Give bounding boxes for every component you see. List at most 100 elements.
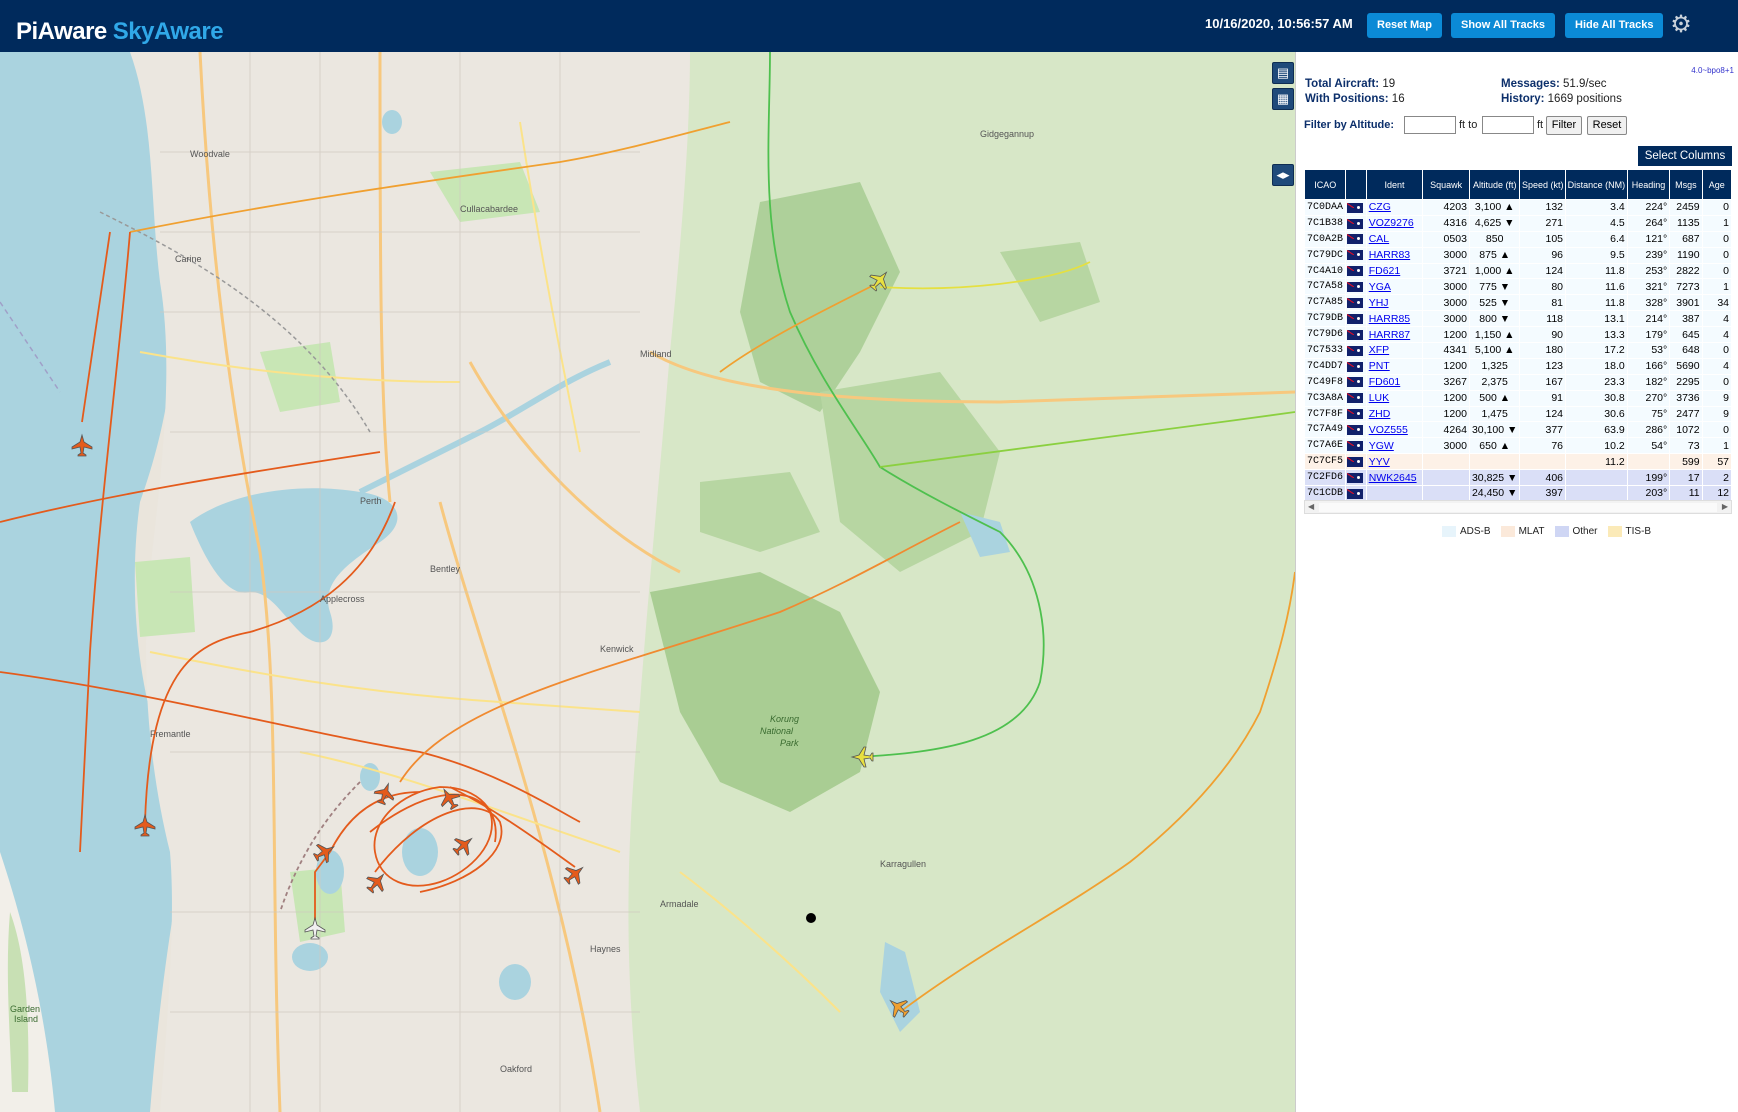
table-row[interactable]: 7C1B38 VOZ9276 4316 4,625 ▼ 271 4.5 264° 1135 1 bbox=[1303, 214, 1733, 232]
table-row[interactable]: 7C79DC HARR83 3000 875 ▲ 96 9.5 239° 1190 0 bbox=[1303, 246, 1733, 264]
australia-flag-icon bbox=[1347, 377, 1364, 388]
header-bar: PiAware SkyAware 10/16/2020, 10:56:57 AM … bbox=[0, 0, 1738, 52]
svg-text:Bentley: Bentley bbox=[430, 564, 461, 574]
icao-cell: 7C0A2B bbox=[1303, 230, 1347, 248]
australia-flag-icon bbox=[1347, 425, 1364, 436]
table-row[interactable]: 7C2FD6 NWK2645 30,825 ▼ 406 199° 17 2 bbox=[1303, 469, 1733, 487]
flag-cell bbox=[1345, 262, 1367, 280]
ident-cell: NWK2645 bbox=[1365, 469, 1424, 487]
toggle-sidebar-icon[interactable]: ◂▸ bbox=[1272, 164, 1294, 186]
ident-link[interactable]: NWK2645 bbox=[1369, 472, 1417, 484]
squawk-cell bbox=[1422, 453, 1470, 471]
legend-swatch bbox=[1607, 526, 1622, 537]
table-row[interactable]: 7C4DD7 PNT 1200 1,325 123 18.0 166° 5690 4 bbox=[1303, 357, 1733, 375]
ident-link[interactable]: HARR85 bbox=[1369, 313, 1410, 325]
table-row[interactable]: 7C0A2B CAL 0503 850 105 6.4 121° 687 0 bbox=[1303, 230, 1733, 248]
column-header-icao[interactable]: ICAO bbox=[1303, 169, 1347, 200]
gear-icon[interactable]: ⚙ bbox=[1668, 12, 1694, 38]
ident-cell: VOZ555 bbox=[1365, 421, 1424, 439]
scrollbar-thumb[interactable] bbox=[1319, 503, 1717, 512]
show-all-tracks-button[interactable]: Show All Tracks bbox=[1451, 13, 1555, 38]
column-header-ident[interactable]: Ident bbox=[1365, 169, 1424, 200]
table-row[interactable]: 7C7533 XFP 4341 5,100 ▲ 180 17.2 53° 648 0 bbox=[1303, 342, 1733, 359]
table-row[interactable]: 7C4A10 FD621 3721 1,000 ▲ 124 11.8 253° 2822 0 bbox=[1303, 262, 1733, 280]
table-row[interactable]: 7C79D6 HARR87 1200 1,150 ▲ 90 13.3 179° 645 4 bbox=[1303, 326, 1733, 344]
altitude-cell: 3,100 ▲ bbox=[1468, 199, 1521, 216]
table-row[interactable]: 7C7CF5 YYV 11.2 599 57 bbox=[1303, 453, 1733, 471]
distance-cell: 11.6 bbox=[1565, 278, 1628, 296]
column-header-age[interactable]: Age bbox=[1701, 169, 1733, 200]
grid-icon[interactable]: ▦ bbox=[1272, 88, 1294, 110]
ident-link[interactable]: ZHD bbox=[1369, 408, 1391, 420]
select-columns-button[interactable]: Select Columns bbox=[1638, 146, 1732, 166]
ident-link[interactable]: FD601 bbox=[1369, 376, 1401, 388]
column-header-heading[interactable]: Heading bbox=[1626, 169, 1671, 200]
column-header-altitude[interactable]: Altitude (ft) bbox=[1468, 169, 1521, 200]
scroll-right-icon[interactable]: ▶ bbox=[1722, 501, 1728, 513]
reset-filter-button[interactable]: Reset bbox=[1587, 116, 1627, 135]
ident-cell: YGW bbox=[1365, 437, 1424, 455]
table-row[interactable]: 7C7F8F ZHD 1200 1,475 124 30.6 75° 2477 9 bbox=[1303, 405, 1733, 423]
ident-link[interactable]: XFP bbox=[1369, 344, 1389, 356]
altitude-cell: 1,325 bbox=[1468, 357, 1521, 375]
speed-cell: 124 bbox=[1519, 405, 1567, 423]
map-layers-icon[interactable]: ▤ bbox=[1272, 62, 1294, 84]
ident-link[interactable]: CZG bbox=[1369, 201, 1391, 213]
ident-link[interactable]: CAL bbox=[1369, 233, 1389, 245]
table-row[interactable]: 7C79DB HARR85 3000 800 ▼ 118 13.1 214° 387 4 bbox=[1303, 310, 1733, 328]
svg-text:Cullacabardee: Cullacabardee bbox=[460, 204, 518, 214]
table-row[interactable]: 7C0DAA CZG 4203 3,100 ▲ 132 3.4 224° 2459 0 bbox=[1303, 199, 1733, 216]
heading-cell: 214° bbox=[1626, 310, 1671, 328]
ident-link[interactable]: YYV bbox=[1369, 456, 1390, 468]
ident-cell: CZG bbox=[1365, 199, 1424, 216]
legend-swatch bbox=[1500, 526, 1515, 537]
msgs-cell: 1190 bbox=[1669, 246, 1703, 264]
table-row[interactable]: 7C49F8 FD601 3267 2,375 167 23.3 182° 2295 0 bbox=[1303, 373, 1733, 391]
heading-cell: 53° bbox=[1626, 342, 1671, 359]
ident-link[interactable]: LUK bbox=[1369, 392, 1389, 404]
hide-all-tracks-button[interactable]: Hide All Tracks bbox=[1565, 13, 1664, 38]
ident-link[interactable]: YGW bbox=[1369, 440, 1394, 452]
column-header-flag[interactable] bbox=[1345, 169, 1367, 200]
altitude-cell bbox=[1468, 453, 1521, 471]
ident-link[interactable]: YGA bbox=[1369, 281, 1391, 293]
ident-link[interactable]: YHJ bbox=[1369, 297, 1389, 309]
ft-to-label: ft to bbox=[1459, 119, 1478, 131]
australia-flag-icon bbox=[1347, 202, 1364, 213]
column-header-msgs[interactable]: Msgs bbox=[1669, 169, 1703, 200]
flag-cell bbox=[1345, 246, 1367, 264]
ident-link[interactable]: FD621 bbox=[1369, 265, 1401, 277]
map-view[interactable]: Perth Fremantle Midland Korung National … bbox=[0, 52, 1295, 1112]
speed-cell: 96 bbox=[1519, 246, 1567, 264]
scroll-left-icon[interactable]: ◀ bbox=[1308, 501, 1314, 513]
altitude-min-input[interactable] bbox=[1404, 116, 1456, 134]
table-row[interactable]: 7C7A58 YGA 3000 775 ▼ 80 11.6 321° 7273 1 bbox=[1303, 278, 1733, 296]
ident-link[interactable]: PNT bbox=[1369, 360, 1390, 372]
ident-link[interactable]: HARR83 bbox=[1369, 249, 1410, 261]
reset-map-button[interactable]: Reset Map bbox=[1367, 13, 1443, 38]
map-canvas[interactable]: Perth Fremantle Midland Korung National … bbox=[0, 52, 1295, 1112]
table-row[interactable]: 7C7A85 YHJ 3000 525 ▼ 81 11.8 328° 3901 34 bbox=[1303, 294, 1733, 312]
table-horizontal-scrollbar[interactable]: ◀ ▶ bbox=[1304, 500, 1732, 514]
column-header-distance[interactable]: Distance (NM) bbox=[1565, 169, 1628, 200]
table-row[interactable]: 7C7A6E YGW 3000 650 ▲ 76 10.2 54° 73 1 bbox=[1303, 437, 1733, 455]
messages-stat: Messages: 51.9/sec bbox=[1501, 78, 1607, 90]
msgs-cell: 2822 bbox=[1669, 262, 1703, 280]
ident-link[interactable]: VOZ9276 bbox=[1369, 217, 1414, 229]
heading-cell: 179° bbox=[1626, 326, 1671, 344]
altitude-cell: 1,475 bbox=[1468, 405, 1521, 423]
legend-label: ADS-B bbox=[1460, 526, 1491, 538]
filter-button[interactable]: Filter bbox=[1546, 116, 1582, 135]
altitude-max-input[interactable] bbox=[1482, 116, 1534, 134]
ident-link[interactable]: VOZ555 bbox=[1369, 424, 1408, 436]
heading-cell: 328° bbox=[1626, 294, 1671, 312]
msgs-cell: 1072 bbox=[1669, 421, 1703, 439]
column-header-squawk[interactable]: Squawk bbox=[1422, 169, 1470, 200]
distance-cell bbox=[1565, 469, 1628, 487]
table-row[interactable]: 7C3A8A LUK 1200 500 ▲ 91 30.8 270° 3736 9 bbox=[1303, 389, 1733, 407]
ident-link[interactable]: HARR87 bbox=[1369, 329, 1410, 341]
column-header-speed[interactable]: Speed (kt) bbox=[1519, 169, 1567, 200]
svg-text:Island: Island bbox=[14, 1014, 38, 1024]
table-row[interactable]: 7C7A49 VOZ555 4264 30,100 ▼ 377 63.9 286° 1072 0 bbox=[1303, 421, 1733, 439]
age-cell: 9 bbox=[1701, 405, 1733, 423]
